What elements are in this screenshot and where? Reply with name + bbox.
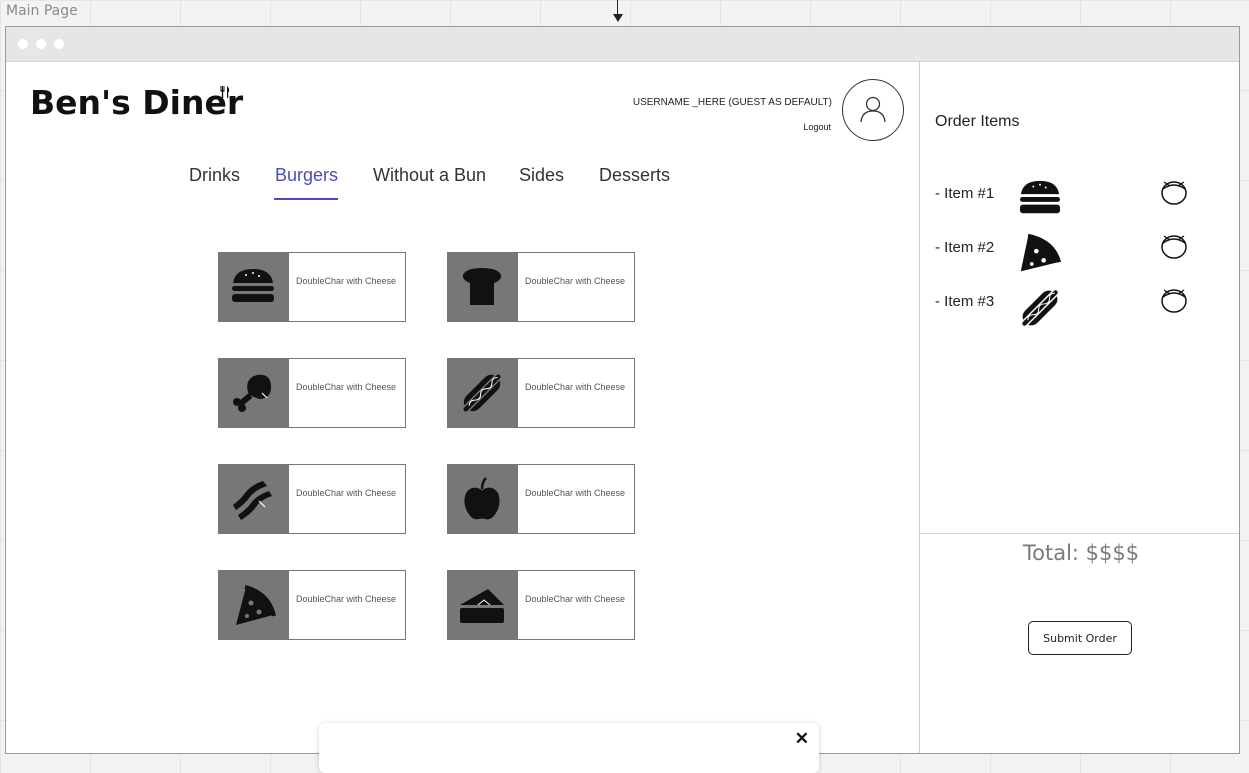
menu-item-card[interactable]: DoubleChar with Cheese xyxy=(447,252,635,322)
logout-link[interactable]: Logout xyxy=(803,122,831,132)
user-icon xyxy=(860,96,886,123)
apple-icon xyxy=(464,477,500,520)
order-divider xyxy=(920,533,1239,534)
window-dot-maximize[interactable] xyxy=(54,39,64,49)
site-logo[interactable]: Ben's Diner xyxy=(30,83,243,122)
menu-item-card[interactable]: DoubleChar with Cheese xyxy=(447,358,635,428)
menu-item-label: DoubleChar with Cheese xyxy=(517,358,635,428)
user-avatar[interactable] xyxy=(842,79,904,141)
menu-item-thumbnail xyxy=(218,252,288,322)
menu-item-thumbnail xyxy=(218,464,288,534)
menu-item-card[interactable]: DoubleChar with Cheese xyxy=(218,358,406,428)
menu-item-thumbnail xyxy=(447,252,517,322)
bacon-icon xyxy=(233,481,272,520)
bread-icon xyxy=(462,268,502,305)
close-icon[interactable]: ✕ xyxy=(795,729,809,749)
window-titlebar xyxy=(6,27,1239,62)
tab-without-a-bun[interactable]: Without a Bun xyxy=(373,165,486,186)
menu-item-card[interactable]: DoubleChar with Cheese xyxy=(447,464,635,534)
menu-item-thumbnail xyxy=(218,570,288,640)
menu-item-label: DoubleChar with Cheese xyxy=(288,252,406,322)
menu-item-thumbnail xyxy=(447,464,517,534)
order-sidebar: Order Items - Item #1 - Item #2 - Item #… xyxy=(919,61,1239,753)
menu-item-label: DoubleChar with Cheese xyxy=(288,464,406,534)
username-label: USERNAME _HERE (GUEST AS DEFAULT) xyxy=(632,97,832,108)
menu-item-thumbnail xyxy=(447,358,517,428)
tab-sides[interactable]: Sides xyxy=(519,165,564,186)
tab-desserts[interactable]: Desserts xyxy=(599,165,670,186)
submit-order-button[interactable]: Submit Order xyxy=(1028,621,1132,655)
window-dot-minimize[interactable] xyxy=(36,39,46,49)
active-tab-indicator xyxy=(274,198,338,200)
menu-item-card[interactable]: DoubleChar with Cheese xyxy=(218,464,406,534)
menu-item-label: DoubleChar with Cheese xyxy=(517,570,635,640)
order-title: Order Items xyxy=(935,113,1020,130)
pizza-icon xyxy=(236,585,276,625)
canvas-frame-label: Main Page xyxy=(6,3,78,19)
burger-icon xyxy=(1017,177,1063,224)
flow-arrow-head xyxy=(613,14,623,22)
menu-item-card[interactable]: DoubleChar with Cheese xyxy=(218,252,406,322)
menu-item-label: DoubleChar with Cheese xyxy=(288,570,406,640)
menu-item-card[interactable]: DoubleChar with Cheese xyxy=(218,570,406,640)
menu-item-label: DoubleChar with Cheese xyxy=(517,464,635,534)
main-panel: Ben's Diner USERNAME _HERE (GUEST AS DEF… xyxy=(6,61,919,753)
tab-burgers[interactable]: Burgers xyxy=(275,165,338,186)
tab-drinks[interactable]: Drinks xyxy=(189,165,240,186)
menu-item-label: DoubleChar with Cheese xyxy=(517,252,635,322)
remove-item-icon[interactable] xyxy=(1160,285,1188,320)
menu-item-thumbnail xyxy=(447,570,517,640)
order-item-label: - Item #2 xyxy=(935,239,995,256)
hotdog-icon xyxy=(461,372,503,414)
cake-icon xyxy=(460,589,504,623)
hotdog-icon xyxy=(1017,285,1063,336)
order-item-label: - Item #1 xyxy=(935,185,995,202)
utensils-icon xyxy=(220,85,230,103)
menu-item-card[interactable]: DoubleChar with Cheese xyxy=(447,570,635,640)
remove-item-icon[interactable] xyxy=(1160,231,1188,266)
order-total: Total: $$$$ xyxy=(1022,541,1140,565)
browser-window: Ben's Diner USERNAME _HERE (GUEST AS DEF… xyxy=(5,26,1240,754)
menu-item-thumbnail xyxy=(218,358,288,428)
menu-item-label: DoubleChar with Cheese xyxy=(288,358,406,428)
burger-icon xyxy=(232,269,274,302)
remove-item-icon[interactable] xyxy=(1160,177,1188,212)
pizza-icon xyxy=(1017,231,1063,280)
drumstick-icon xyxy=(233,374,271,412)
notification-popup: ✕ xyxy=(319,723,819,773)
order-item-label: - Item #3 xyxy=(935,293,995,310)
window-dot-close[interactable] xyxy=(18,39,28,49)
